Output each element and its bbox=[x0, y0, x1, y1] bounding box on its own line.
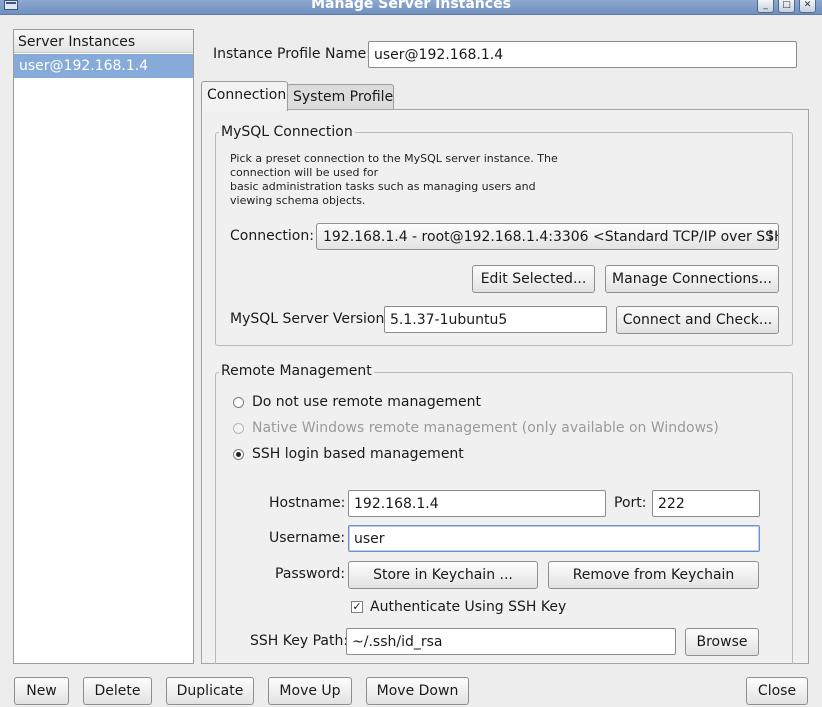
minimize-icon[interactable]: _ bbox=[757, 0, 774, 13]
manage-connections-button[interactable]: Manage Connections... bbox=[605, 265, 779, 293]
connect-and-check-button[interactable]: Connect and Check... bbox=[616, 306, 779, 334]
remove-from-keychain-button[interactable]: Remove from Keychain bbox=[548, 561, 759, 589]
maximize-icon[interactable]: □ bbox=[778, 0, 795, 13]
server-version-label: MySQL Server Version: bbox=[230, 311, 390, 327]
description-line: connection will be used for bbox=[230, 166, 379, 179]
ssh-key-path-input[interactable] bbox=[346, 628, 676, 655]
server-instances-list[interactable]: Server Instances user@192.168.1.4 bbox=[13, 29, 194, 664]
description-line: basic administration tasks such as manag… bbox=[230, 180, 536, 193]
connection-select-value: 192.168.1.4 - root@192.168.1.4:3306 <Sta… bbox=[323, 229, 779, 245]
remote-management-group bbox=[215, 372, 793, 664]
profile-name-label: Instance Profile Name: bbox=[213, 46, 371, 62]
server-version-input[interactable] bbox=[384, 306, 607, 333]
port-input[interactable] bbox=[652, 490, 760, 517]
ssh-key-path-label: SSH Key Path: bbox=[250, 633, 349, 649]
radio-native-windows bbox=[233, 423, 244, 434]
close-window-icon[interactable]: ✕ bbox=[799, 0, 816, 13]
connection-label: Connection: bbox=[230, 228, 314, 244]
delete-button[interactable]: Delete bbox=[83, 677, 152, 705]
mysql-connection-title: MySQL Connection bbox=[219, 124, 355, 140]
username-label: Username: bbox=[269, 530, 346, 546]
hostname-label: Hostname: bbox=[269, 495, 346, 511]
window-titlebar: Manage Server Instances _ □ ✕ bbox=[0, 0, 822, 15]
description-line: Pick a preset connection to the MySQL se… bbox=[230, 152, 558, 165]
browse-button[interactable]: Browse bbox=[685, 628, 759, 656]
window-title: Manage Server Instances bbox=[311, 0, 511, 12]
list-item[interactable]: user@192.168.1.4 bbox=[14, 54, 193, 78]
auth-ssh-key-checkbox[interactable]: ✓ bbox=[351, 601, 363, 613]
radio-no-remote-label[interactable]: Do not use remote management bbox=[252, 394, 481, 410]
radio-ssh-login[interactable] bbox=[233, 449, 244, 460]
move-down-button[interactable]: Move Down bbox=[366, 677, 469, 705]
hostname-input[interactable] bbox=[348, 490, 606, 517]
port-label: Port: bbox=[614, 495, 647, 511]
move-up-button[interactable]: Move Up bbox=[268, 677, 352, 705]
close-button[interactable]: Close bbox=[746, 677, 808, 705]
new-button[interactable]: New bbox=[14, 677, 69, 705]
edit-selected-button[interactable]: Edit Selected... bbox=[472, 265, 595, 293]
tab-connection[interactable]: Connection bbox=[201, 81, 288, 111]
radio-native-windows-label: Native Windows remote management (only a… bbox=[252, 420, 719, 436]
duplicate-button[interactable]: Duplicate bbox=[166, 677, 254, 705]
chevron-up-down-icon: ▴ ▾ bbox=[768, 227, 773, 245]
password-label: Password: bbox=[275, 566, 346, 582]
username-input[interactable] bbox=[348, 525, 760, 552]
profile-name-input[interactable] bbox=[368, 41, 797, 68]
store-in-keychain-button[interactable]: Store in Keychain ... bbox=[348, 561, 538, 589]
radio-ssh-login-label[interactable]: SSH login based management bbox=[252, 446, 464, 462]
radio-no-remote[interactable] bbox=[233, 397, 244, 408]
connection-description: Pick a preset connection to the MySQL se… bbox=[230, 152, 590, 208]
description-line: viewing schema objects. bbox=[230, 194, 366, 207]
connection-select[interactable]: 192.168.1.4 - root@192.168.1.4:3306 <Sta… bbox=[316, 223, 779, 250]
tab-system-profile[interactable]: System Profile bbox=[287, 84, 394, 110]
remote-management-title: Remote Management bbox=[219, 363, 374, 379]
list-header: Server Instances bbox=[14, 30, 193, 53]
auth-ssh-key-label[interactable]: Authenticate Using SSH Key bbox=[370, 599, 566, 615]
